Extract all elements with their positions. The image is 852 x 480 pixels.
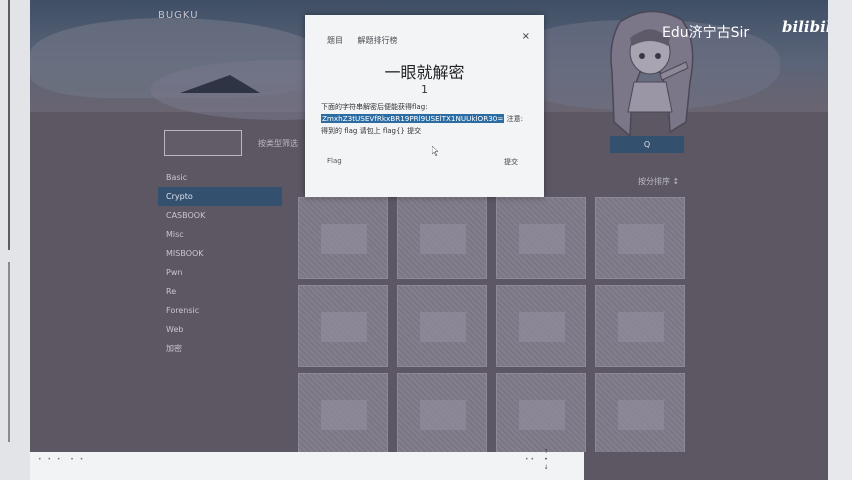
challenge-title: 一眼就解密 xyxy=(384,63,465,82)
search-type-filter[interactable]: 按类型筛选 xyxy=(258,138,298,149)
category-sidebar: Basic Crypto CASBOOK Misc MISBOOK Pwn Re… xyxy=(158,168,282,358)
scroll-handle[interactable]: ↑ • ↓ xyxy=(540,448,552,472)
category-misc[interactable]: Misc xyxy=(158,225,282,244)
challenge-card[interactable] xyxy=(496,285,586,367)
site-logo[interactable]: BUGKU xyxy=(158,10,199,21)
sort-by-score[interactable]: 按分排序 ↕ xyxy=(638,176,679,187)
challenge-description: 下面的字符串解密后便能获得flag: ZmxhZ3tUSEVfRkxBR19PR… xyxy=(321,101,531,137)
tab-solves[interactable]: 解题排行榜 xyxy=(358,36,398,45)
category-re[interactable]: Re xyxy=(158,282,282,301)
modal-tabs: 题目 解题排行榜 xyxy=(327,35,410,46)
category-casbook[interactable]: CASBOOK xyxy=(158,206,282,225)
right-window-edge xyxy=(828,0,852,480)
screen: BUGKU 按类型筛选 Q Basic Crypto CASBOOK Misc … xyxy=(0,0,852,480)
category-encrypt[interactable]: 加密 xyxy=(158,339,282,358)
challenge-card[interactable] xyxy=(595,197,685,279)
close-icon[interactable]: × xyxy=(522,31,530,42)
challenge-card[interactable] xyxy=(397,373,487,452)
category-pwn[interactable]: Pwn xyxy=(158,263,282,282)
video-watermark: Edu济宁古Sir xyxy=(662,25,750,41)
challenge-modal: 题目 解题排行榜 × 一眼就解密 1 下面的字符串解密后便能获得flag: Zm… xyxy=(305,15,544,197)
tab-question[interactable]: 题目 xyxy=(327,36,343,45)
challenge-card[interactable] xyxy=(397,197,487,279)
category-crypto[interactable]: Crypto xyxy=(158,187,282,206)
category-forensic[interactable]: Forensic xyxy=(158,301,282,320)
cipher-text[interactable]: ZmxhZ3tUSEVfRkxBR19PRl9USElTX1NUUklOR30= xyxy=(321,114,505,123)
search-button[interactable]: Q xyxy=(610,136,684,153)
bottom-bar: • • • • • • • xyxy=(30,452,584,480)
challenge-card[interactable] xyxy=(496,373,586,452)
challenge-card[interactable] xyxy=(496,197,586,279)
challenge-card[interactable] xyxy=(298,373,388,452)
left-window-edge xyxy=(0,0,30,480)
challenge-card[interactable] xyxy=(595,373,685,452)
search-input[interactable] xyxy=(164,130,242,156)
category-misbook[interactable]: MISBOOK xyxy=(158,244,282,263)
challenge-card[interactable] xyxy=(298,285,388,367)
category-basic[interactable]: Basic xyxy=(158,168,282,187)
submit-button[interactable]: 提交 xyxy=(504,157,518,167)
challenge-card[interactable] xyxy=(298,197,388,279)
description-prefix: 下面的字符串解密后便能获得flag: xyxy=(321,103,428,111)
challenge-score: 1 xyxy=(421,83,428,96)
category-web[interactable]: Web xyxy=(158,320,282,339)
challenge-card[interactable] xyxy=(397,285,487,367)
mouse-cursor-icon xyxy=(432,146,439,156)
challenge-card[interactable] xyxy=(595,285,685,367)
search-icon: Q xyxy=(643,140,651,149)
flag-input[interactable]: Flag xyxy=(327,157,342,165)
